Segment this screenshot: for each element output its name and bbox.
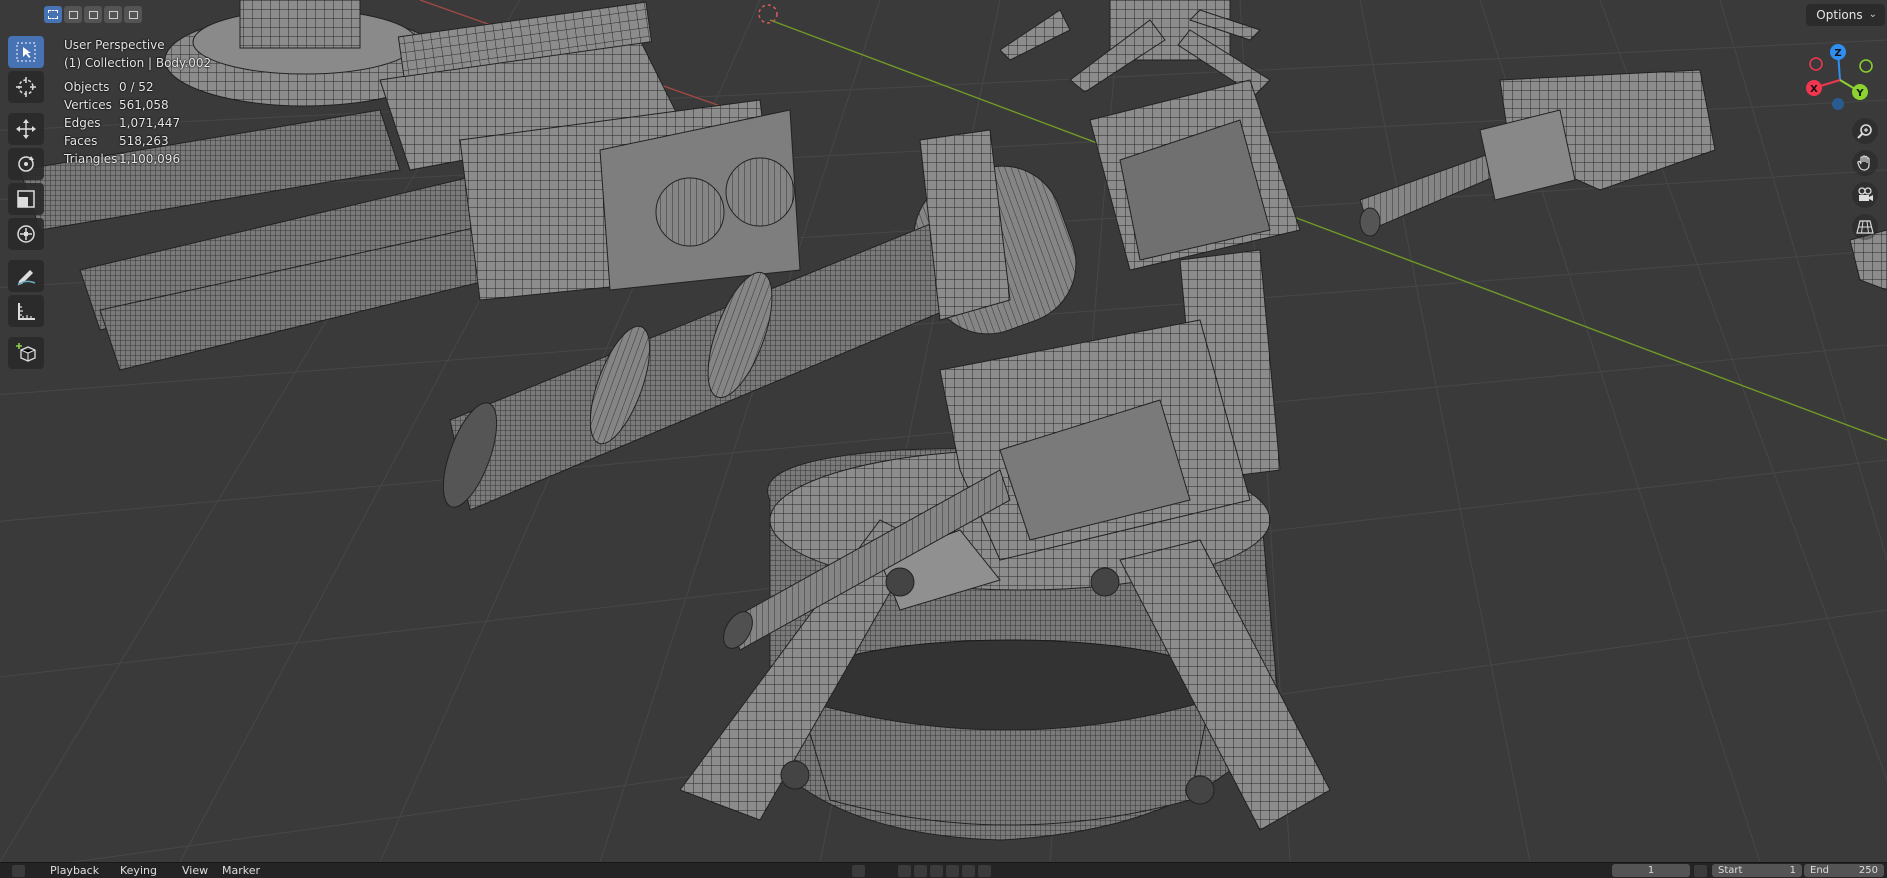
- camera-icon: [1858, 187, 1873, 201]
- cursor-tool-button[interactable]: [8, 71, 44, 103]
- navigation-gizmo[interactable]: Z X Y: [1800, 40, 1880, 120]
- gizmo-neg-z-axis[interactable]: [1832, 98, 1844, 110]
- viewport-canvas[interactable]: [0, 0, 1887, 862]
- grid-perspective-icon: [1856, 220, 1874, 234]
- pan-button[interactable]: [1852, 150, 1878, 176]
- stat-value: 1,100,096: [119, 152, 181, 166]
- select-intersect-icon: [128, 10, 138, 19]
- options-label: Options: [1816, 8, 1863, 22]
- select-extend-icon: [68, 10, 78, 19]
- scale-icon: [17, 190, 35, 208]
- stat-value: 561,058: [119, 98, 169, 112]
- camera-view-button[interactable]: [1852, 182, 1878, 208]
- editor-type-button[interactable]: [12, 865, 25, 877]
- measure-tool-button[interactable]: [8, 295, 44, 327]
- end-frame-field[interactable]: End 250: [1804, 864, 1884, 877]
- jump-start-button[interactable]: [898, 865, 911, 877]
- start-frame-field[interactable]: Start 1: [1712, 864, 1802, 877]
- gizmo-neg-y-axis[interactable]: [1859, 59, 1873, 73]
- keying-menu[interactable]: Keying: [120, 864, 157, 877]
- transform-icon: [17, 225, 35, 243]
- stat-row-vertices: Vertices 561,058: [64, 96, 211, 114]
- timeline-header: Playback Keying View Marker 1 Start 1 End…: [0, 862, 1887, 878]
- 3d-cursor[interactable]: [758, 4, 778, 24]
- start-label: Start: [1718, 865, 1743, 876]
- stat-label: Vertices: [64, 98, 112, 112]
- move-icon: [16, 119, 36, 139]
- stat-label: Triangles: [64, 152, 118, 166]
- view-menu[interactable]: View: [182, 864, 208, 877]
- scale-tool-button[interactable]: [8, 183, 44, 215]
- rotate-icon: [18, 156, 34, 172]
- gizmo-neg-x-axis[interactable]: [1809, 57, 1823, 71]
- stat-label: Edges: [64, 116, 101, 130]
- select-invert-icon: [108, 10, 118, 19]
- playback-menu[interactable]: Playback: [50, 864, 99, 877]
- 3d-viewport[interactable]: [0, 0, 1887, 862]
- chevron-down-icon: ⌄: [1868, 9, 1877, 20]
- stat-value: 518,263: [119, 134, 169, 148]
- marker-menu[interactable]: Marker: [222, 864, 260, 877]
- select-invert-mode-button[interactable]: [104, 6, 122, 23]
- stat-row-triangles: Triangles 1,100,096: [64, 150, 211, 168]
- stat-value: 1,071,447: [119, 116, 181, 130]
- select-mode-group: [44, 6, 142, 23]
- play-reverse-button[interactable]: [930, 865, 943, 877]
- select-extend-mode-button[interactable]: [64, 6, 82, 23]
- select-new-icon: [48, 10, 58, 19]
- jump-end-button[interactable]: [978, 865, 991, 877]
- cursor-icon: [16, 77, 36, 97]
- hand-icon: [1857, 155, 1870, 171]
- select-box-tool-button[interactable]: [8, 36, 44, 68]
- select-subtract-icon: [88, 10, 98, 19]
- play-button[interactable]: [946, 865, 959, 877]
- end-value: 250: [1858, 865, 1878, 876]
- current-frame-field[interactable]: 1: [1612, 864, 1690, 877]
- options-dropdown[interactable]: Options ⌄: [1806, 4, 1885, 26]
- zoom-icon: [1857, 124, 1872, 139]
- gizmo-z-label: Z: [1834, 48, 1841, 59]
- axis-gizmo-graphic: Z X Y: [1806, 44, 1873, 110]
- annotate-tool-button[interactable]: [8, 260, 44, 292]
- preview-range-button[interactable]: [1694, 865, 1707, 877]
- rotate-tool-button[interactable]: [8, 148, 44, 180]
- stat-row-faces: Faces 518,263: [64, 132, 211, 150]
- add-cube-tool-button[interactable]: [8, 337, 44, 369]
- select-new-mode-button[interactable]: [44, 6, 62, 23]
- view-navigation-buttons: [1852, 118, 1878, 240]
- zoom-button[interactable]: [1852, 118, 1878, 144]
- viewport-info-overlay: User Perspective (1) Collection | Body.0…: [64, 36, 211, 168]
- active-collection: (1) Collection | Body.002: [64, 56, 212, 70]
- scene-statistics: Objects 0 / 52 Vertices 561,058 Edges 1,071…: [64, 78, 211, 168]
- gizmo-x-label: X: [1810, 84, 1818, 95]
- end-label: End: [1810, 865, 1830, 876]
- stat-value: 0 / 52: [119, 80, 154, 94]
- select-subtract-mode-button[interactable]: [84, 6, 102, 23]
- measure-icon: [18, 303, 35, 320]
- perspective-toggle-button[interactable]: [1852, 214, 1878, 240]
- jump-next-key-button[interactable]: [962, 865, 975, 877]
- start-value: 1: [1789, 865, 1796, 876]
- move-tool-button[interactable]: [8, 113, 44, 145]
- view-name: User Perspective: [64, 38, 165, 52]
- tool-shelf: [8, 36, 44, 369]
- select-intersect-mode-button[interactable]: [124, 6, 142, 23]
- select-box-icon: [16, 42, 36, 62]
- transform-tool-button[interactable]: [8, 218, 44, 250]
- stat-row-edges: Edges 1,071,447: [64, 114, 211, 132]
- annotate-icon: [17, 270, 36, 286]
- jump-prev-key-button[interactable]: [914, 865, 927, 877]
- stat-row-objects: Objects 0 / 52: [64, 78, 211, 96]
- gizmo-y-label: Y: [1855, 88, 1864, 99]
- record-button[interactable]: [852, 865, 865, 877]
- add-cube-icon: [16, 343, 36, 362]
- stat-label: Faces: [64, 134, 98, 148]
- stat-label: Objects: [64, 80, 110, 94]
